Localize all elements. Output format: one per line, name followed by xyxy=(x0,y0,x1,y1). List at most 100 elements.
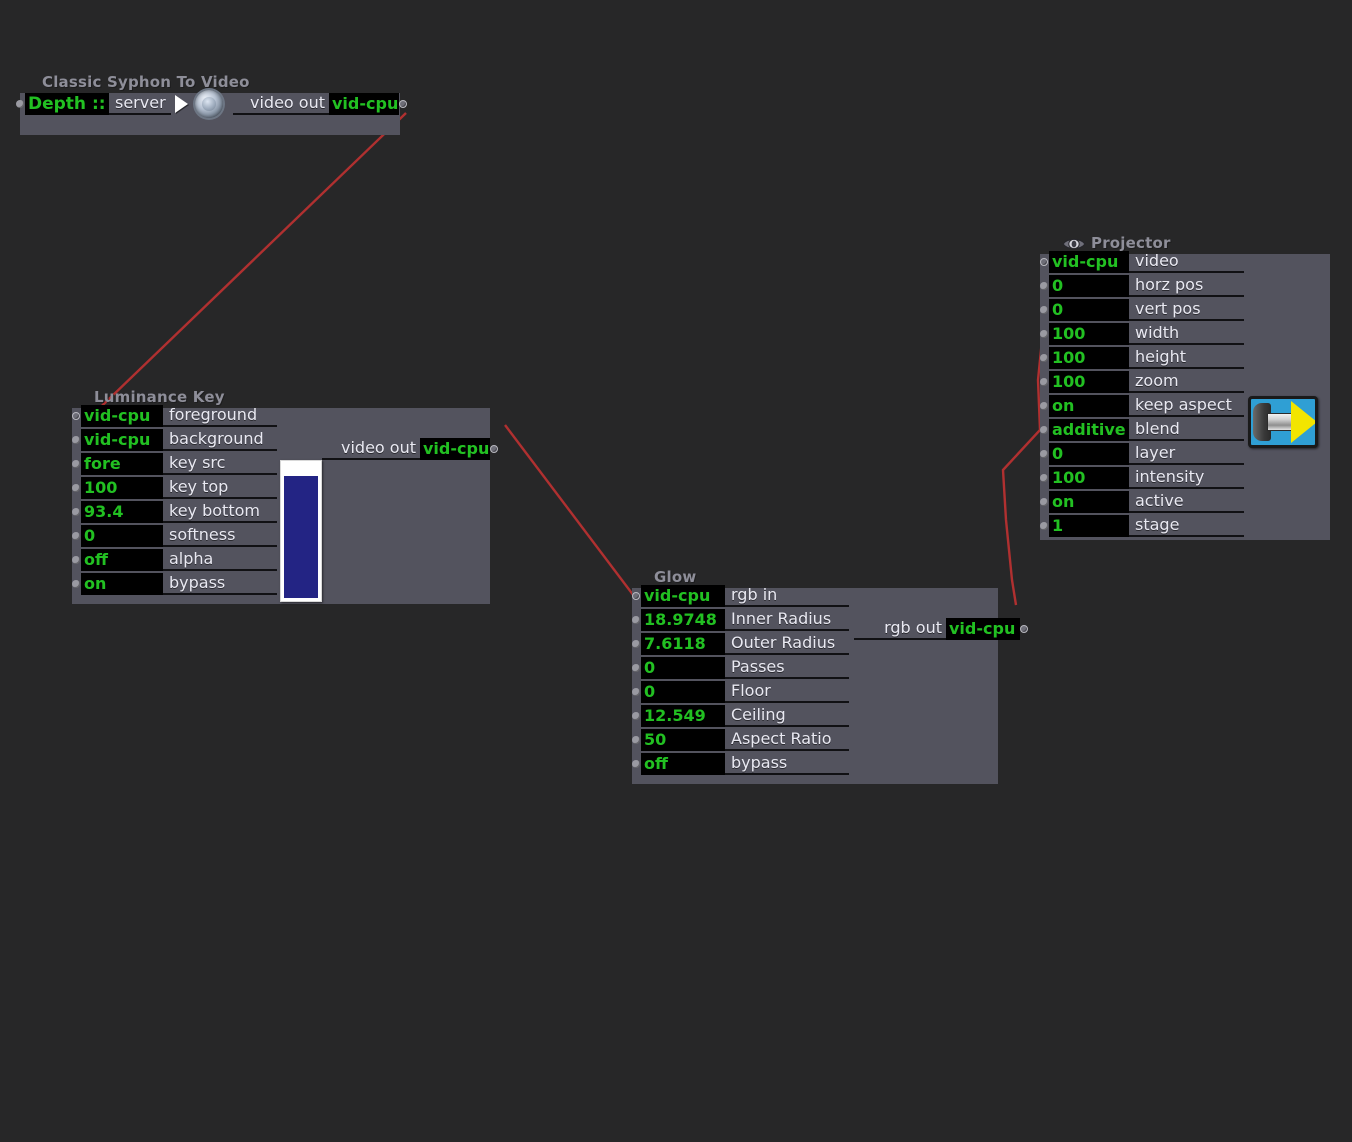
param-value[interactable]: 93.4 xyxy=(81,501,163,523)
param-value[interactable]: 18.9748 xyxy=(641,609,725,631)
param-row[interactable]: 0 Floor xyxy=(632,680,849,704)
param-value[interactable]: 0 xyxy=(1049,443,1129,465)
param-value[interactable]: 100 xyxy=(1049,323,1129,345)
param-row[interactable]: on active xyxy=(1040,490,1244,514)
param-row[interactable]: 18.9748 Inner Radius xyxy=(632,608,849,632)
param-row[interactable]: 0 softness xyxy=(72,524,277,548)
input-port-aspect-ratio[interactable] xyxy=(632,736,640,744)
node-body[interactable]: vid-cpu foreground vid-cpu background fo… xyxy=(72,405,498,604)
param-row[interactable]: 100 intensity xyxy=(1040,466,1244,490)
video-out-value[interactable]: vid-cpu xyxy=(329,93,399,115)
param-row[interactable]: 50 Aspect Ratio xyxy=(632,728,849,752)
input-port-ceiling[interactable] xyxy=(632,712,640,720)
input-port-alpha[interactable] xyxy=(72,556,80,564)
input-port-layer[interactable] xyxy=(1040,450,1048,458)
param-value[interactable]: 0 xyxy=(641,657,725,679)
input-port-width[interactable] xyxy=(1040,330,1048,338)
param-row[interactable]: additive blend xyxy=(1040,418,1244,442)
param-row[interactable]: on bypass xyxy=(72,572,277,596)
param-value[interactable]: additive xyxy=(1049,419,1129,441)
input-port-rgb-in[interactable] xyxy=(632,592,640,600)
param-row[interactable]: vid-cpu background xyxy=(72,428,277,452)
input-port-inner-radius[interactable] xyxy=(632,616,640,624)
param-value[interactable]: 0 xyxy=(1049,299,1129,321)
param-row[interactable]: 1 stage xyxy=(1040,514,1244,538)
param-value[interactable]: 12.549 xyxy=(641,705,725,727)
input-port-key-src[interactable] xyxy=(72,460,80,468)
input-port-video[interactable] xyxy=(1040,258,1048,266)
param-value[interactable]: off xyxy=(641,753,725,775)
input-port-zoom[interactable] xyxy=(1040,378,1048,386)
input-port-key-top[interactable] xyxy=(72,484,80,492)
param-value[interactable]: 50 xyxy=(641,729,725,751)
param-value[interactable]: 100 xyxy=(1049,347,1129,369)
param-value[interactable]: vid-cpu xyxy=(81,429,163,451)
param-row[interactable]: vid-cpu rgb in xyxy=(632,584,849,608)
param-row[interactable]: 100 height xyxy=(1040,346,1244,370)
input-port-intensity[interactable] xyxy=(1040,474,1048,482)
input-port-bypass[interactable] xyxy=(632,760,640,768)
patch-canvas[interactable]: Classic Syphon To Video Depth :: server … xyxy=(0,0,1352,1142)
input-port-vert-pos[interactable] xyxy=(1040,306,1048,314)
video-out-value[interactable]: vid-cpu xyxy=(420,438,490,460)
param-value[interactable]: 0 xyxy=(1049,275,1129,297)
input-port-outer-radius[interactable] xyxy=(632,640,640,648)
param-row[interactable]: fore key src xyxy=(72,452,277,476)
node-body[interactable]: Depth :: server video out vid-cpu xyxy=(16,90,407,135)
output-port-video-out[interactable] xyxy=(399,100,407,108)
param-row[interactable]: vid-cpu video xyxy=(1040,250,1244,274)
param-row[interactable]: 100 width xyxy=(1040,322,1244,346)
param-value[interactable]: vid-cpu xyxy=(81,405,163,427)
param-row[interactable]: 7.6118 Outer Radius xyxy=(632,632,849,656)
param-row[interactable]: on keep aspect xyxy=(1040,394,1244,418)
param-value[interactable]: 0 xyxy=(641,681,725,703)
node-luminance-key[interactable]: Luminance Key vid-cpu foreground vid-cpu… xyxy=(72,388,498,604)
param-row[interactable]: 12.549 Ceiling xyxy=(632,704,849,728)
param-row[interactable]: off alpha xyxy=(72,548,277,572)
param-value[interactable]: vid-cpu xyxy=(1049,251,1129,273)
param-value[interactable]: 100 xyxy=(1049,371,1129,393)
param-row[interactable]: 0 vert pos xyxy=(1040,298,1244,322)
param-value[interactable]: on xyxy=(1049,395,1129,417)
param-value[interactable]: off xyxy=(81,549,163,571)
input-port-active[interactable] xyxy=(1040,498,1048,506)
input-port-key-bottom[interactable] xyxy=(72,508,80,516)
input-port-stage[interactable] xyxy=(1040,522,1048,530)
server-value[interactable]: Depth :: xyxy=(25,93,109,115)
rgb-out-value[interactable]: vid-cpu xyxy=(946,618,1020,640)
input-port-softness[interactable] xyxy=(72,532,80,540)
param-value[interactable]: on xyxy=(81,573,163,595)
input-port-bypass[interactable] xyxy=(72,580,80,588)
param-row[interactable]: vid-cpu foreground xyxy=(72,404,277,428)
node-body[interactable]: vid-cpu rgb in 18.9748 Inner Radius 7.61… xyxy=(632,585,1028,784)
input-port-keep-aspect[interactable] xyxy=(1040,402,1048,410)
input-port-height[interactable] xyxy=(1040,354,1048,362)
output-port-rgb-out[interactable] xyxy=(1020,625,1028,633)
output-port-video-out[interactable] xyxy=(490,445,498,453)
node-glow[interactable]: Glow vid-cpu rgb in 18.9748 Inner Radius… xyxy=(632,568,1028,784)
param-value[interactable]: 0 xyxy=(81,525,163,547)
param-value[interactable]: fore xyxy=(81,453,163,475)
input-port-blend[interactable] xyxy=(1040,426,1048,434)
key-range-slider[interactable] xyxy=(280,460,322,602)
param-value[interactable]: 1 xyxy=(1049,515,1129,537)
input-port-passes[interactable] xyxy=(632,664,640,672)
play-triangle-icon[interactable] xyxy=(175,95,188,113)
param-row[interactable]: 93.4 key bottom xyxy=(72,500,277,524)
param-value[interactable]: vid-cpu xyxy=(641,585,725,607)
node-body[interactable]: vid-cpu video 0 horz pos 0 vert pos 100 … xyxy=(1040,251,1330,540)
param-row[interactable]: off bypass xyxy=(632,752,849,776)
param-row[interactable]: 0 horz pos xyxy=(1040,274,1244,298)
param-row[interactable]: 0 layer xyxy=(1040,442,1244,466)
param-value[interactable]: 7.6118 xyxy=(641,633,725,655)
param-value[interactable]: on xyxy=(1049,491,1129,513)
param-row[interactable]: 100 zoom xyxy=(1040,370,1244,394)
node-projector[interactable]: Projector vid-cpu video 0 horz pos 0 ver… xyxy=(1040,234,1330,540)
param-value[interactable]: 100 xyxy=(81,477,163,499)
input-port-background[interactable] xyxy=(72,436,80,444)
param-row[interactable]: 100 key top xyxy=(72,476,277,500)
param-row[interactable]: 0 Passes xyxy=(632,656,849,680)
input-port-server[interactable] xyxy=(16,100,24,108)
param-value[interactable]: 100 xyxy=(1049,467,1129,489)
node-classic-syphon-to-video[interactable]: Classic Syphon To Video Depth :: server … xyxy=(16,73,407,135)
